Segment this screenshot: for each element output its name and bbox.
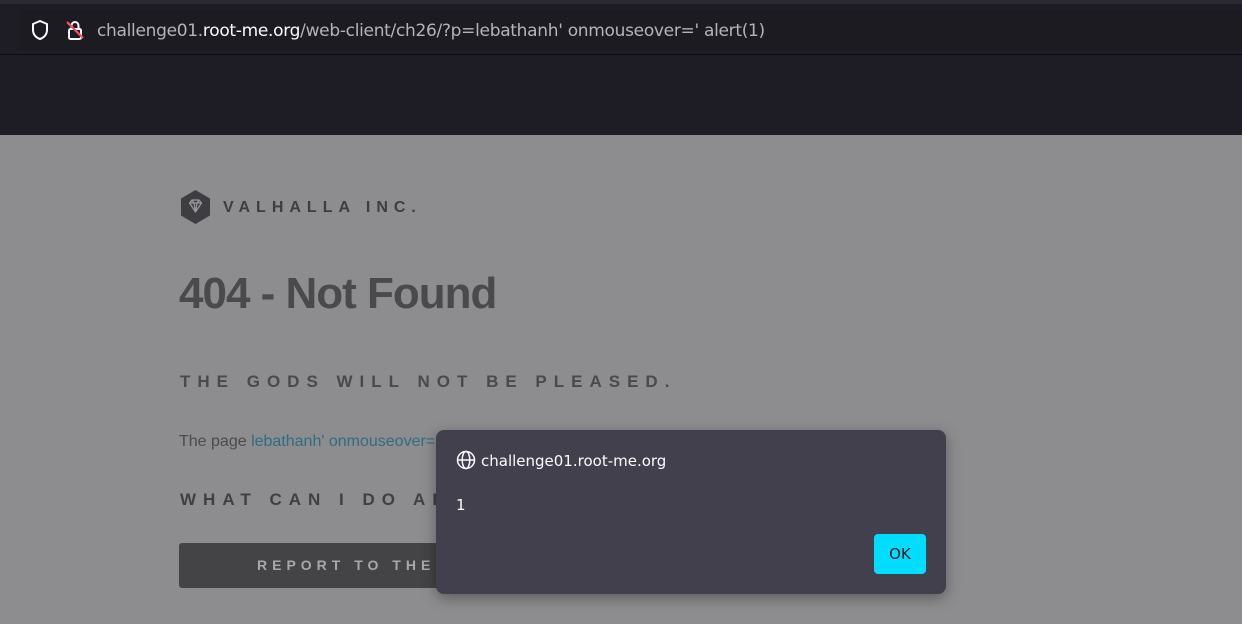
dialog-origin: challenge01.root-me.org bbox=[481, 452, 667, 470]
insecure-lock-icon[interactable] bbox=[64, 19, 86, 41]
alert-dialog: challenge01.root-me.org 1 OK bbox=[436, 430, 946, 594]
requested-page-link[interactable]: lebathanh' onmouseover= bbox=[251, 433, 435, 450]
dialog-message: 1 bbox=[456, 496, 466, 514]
page-subtitle: THE GODS WILL NOT BE PLEASED. bbox=[180, 372, 677, 391]
url-text[interactable]: challenge01.root-me.org/web-client/ch26/… bbox=[97, 20, 765, 42]
ok-button[interactable]: OK bbox=[874, 534, 926, 574]
page-title: 404 - Not Found bbox=[179, 269, 497, 318]
report-button-label: REPORT TO THE bbox=[257, 557, 436, 573]
shield-icon[interactable] bbox=[30, 19, 50, 41]
toolbar-divider bbox=[0, 54, 1242, 55]
error-description: The page lebathanh' onmouseover= bbox=[179, 433, 435, 451]
url-path: /web-client/ch26/?p=lebathanh' onmouseov… bbox=[300, 21, 765, 41]
url-domain: root-me.org bbox=[202, 21, 301, 41]
error-description-prefix: The page bbox=[179, 433, 252, 450]
brand-name: VALHALLA INC. bbox=[223, 199, 422, 216]
tab-strip-edge bbox=[0, 0, 1242, 4]
help-heading: WHAT CAN I DO AB bbox=[180, 490, 452, 509]
browser-chrome: challenge01.root-me.org/web-client/ch26/… bbox=[0, 0, 1242, 135]
diamond-logo-icon bbox=[181, 190, 210, 224]
url-prefix: challenge01. bbox=[97, 21, 203, 41]
globe-icon bbox=[456, 450, 476, 470]
